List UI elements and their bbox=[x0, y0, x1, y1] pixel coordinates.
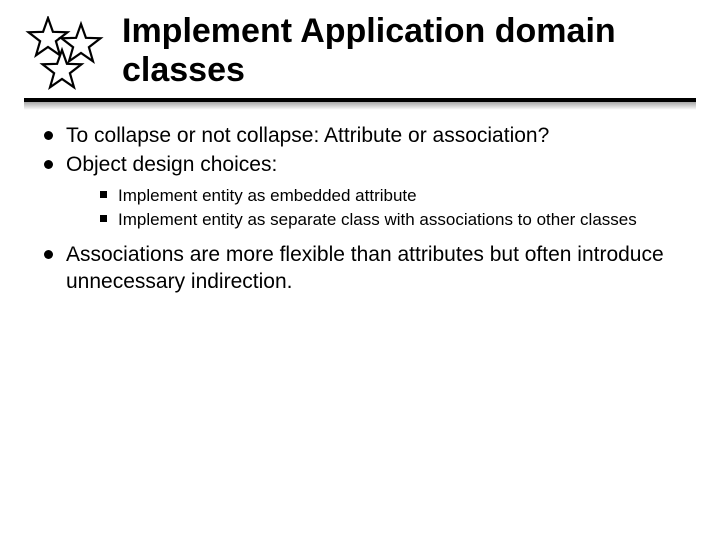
list-item: Implement entity as separate class with … bbox=[66, 209, 686, 231]
slide: Implement Application domain classes To … bbox=[0, 0, 720, 540]
title-divider bbox=[24, 98, 696, 110]
bullet-text: To collapse or not collapse: Attribute o… bbox=[66, 124, 549, 147]
bullet-text: Implement entity as separate class with … bbox=[118, 210, 637, 229]
sub-bullet-list: Implement entity as embedded attribute I… bbox=[66, 185, 686, 231]
list-item: Object design choices: Implement entity … bbox=[38, 151, 686, 230]
bullet-list: To collapse or not collapse: Attribute o… bbox=[38, 122, 686, 295]
bullet-text: Associations are more flexible than attr… bbox=[66, 243, 664, 293]
list-item: Implement entity as embedded attribute bbox=[66, 185, 686, 207]
list-item: To collapse or not collapse: Attribute o… bbox=[38, 122, 686, 149]
slide-title: Implement Application domain classes bbox=[122, 12, 696, 90]
list-item: Associations are more flexible than attr… bbox=[38, 241, 686, 296]
bullet-text: Implement entity as embedded attribute bbox=[118, 186, 417, 205]
stars-logo-icon bbox=[24, 16, 108, 92]
slide-content: To collapse or not collapse: Attribute o… bbox=[24, 122, 696, 295]
bullet-text: Object design choices: bbox=[66, 153, 277, 176]
slide-header: Implement Application domain classes bbox=[24, 12, 696, 92]
